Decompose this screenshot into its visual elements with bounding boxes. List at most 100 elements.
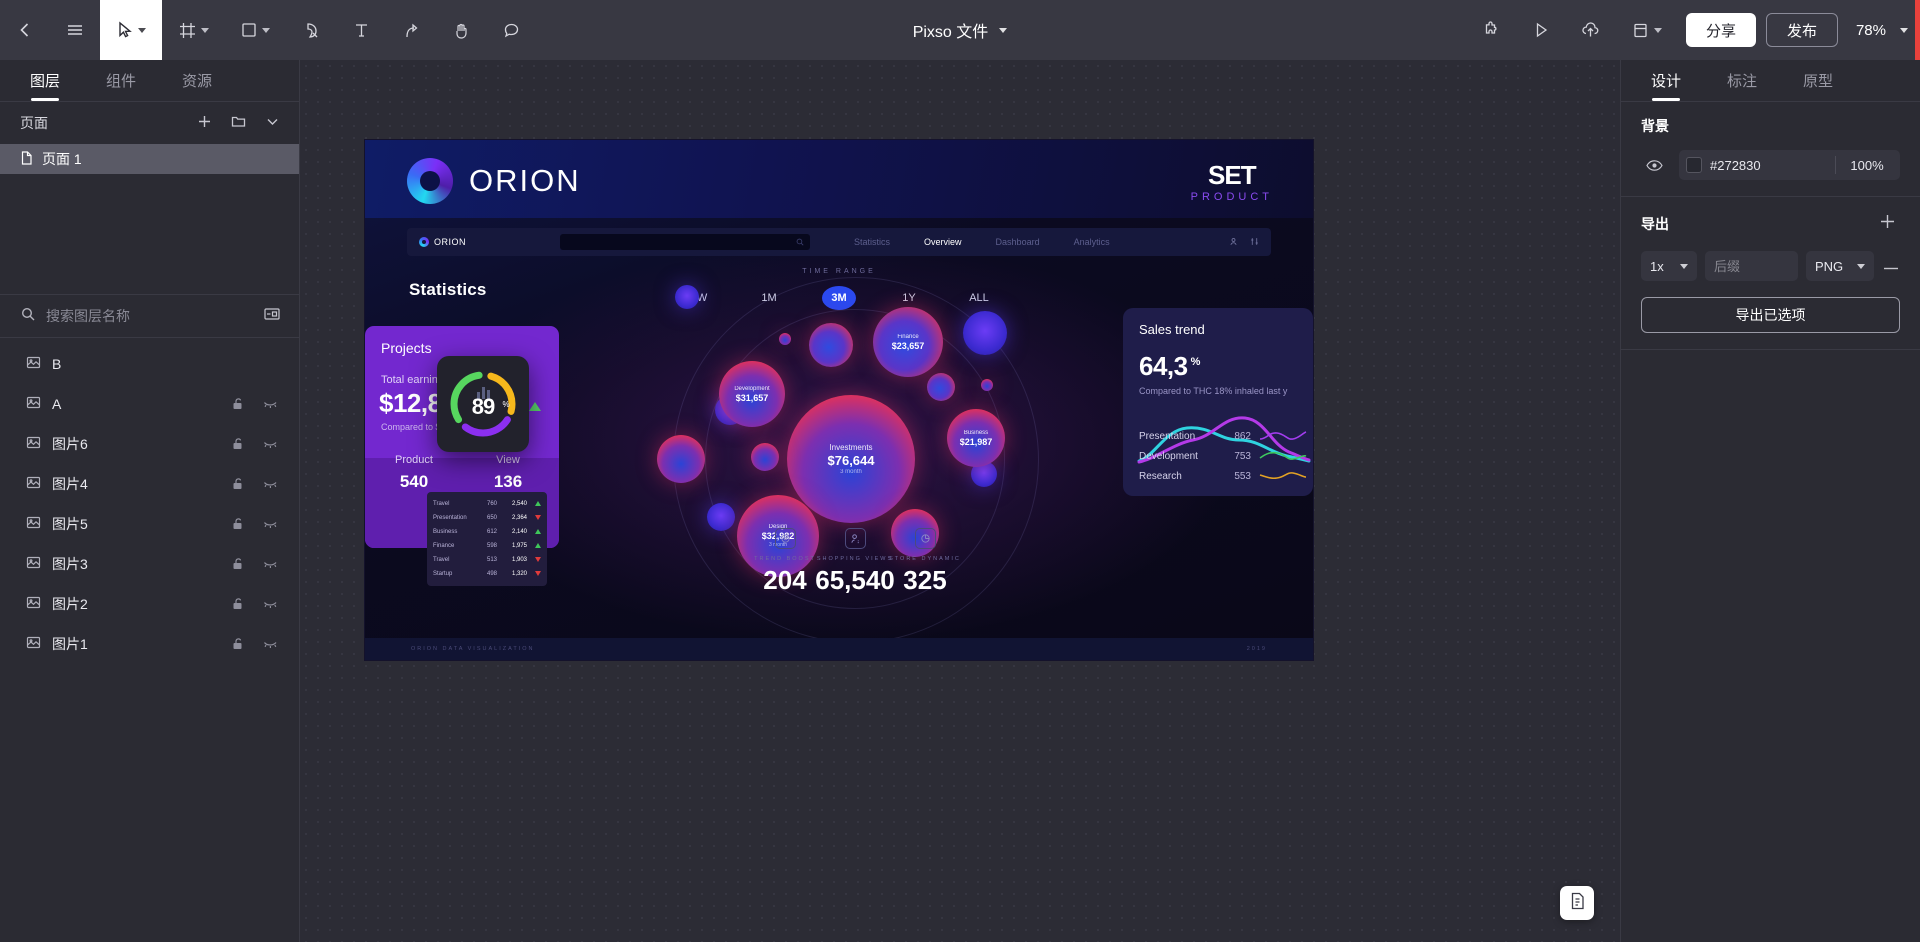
completion-donut-widget[interactable]: 89 %	[437, 356, 529, 452]
shape-tool-caret[interactable]	[262, 27, 270, 33]
bubble-business[interactable]: Business $21,987	[947, 409, 1005, 467]
tab-components[interactable]: 组件	[96, 60, 146, 101]
chevron-down-icon	[265, 114, 280, 132]
export-suffix-field[interactable]	[1705, 251, 1798, 281]
layer-name: 图片3	[52, 556, 88, 572]
navbar-search-input[interactable]	[560, 233, 811, 251]
layer-list: B A 图片6 图片4 图片5 图片3 图片2 图片1	[0, 338, 299, 942]
layout-button[interactable]	[1616, 0, 1678, 60]
pen-tool[interactable]	[286, 0, 336, 60]
layer-row-b[interactable]: B	[0, 344, 299, 384]
hide-layer-icon[interactable]	[259, 399, 281, 410]
document-title-caret[interactable]	[999, 27, 1008, 33]
tab-layers[interactable]: 图层	[20, 60, 70, 101]
color-swatch[interactable]	[1686, 157, 1702, 173]
main-menu-button[interactable]	[50, 0, 100, 60]
move-tool[interactable]	[100, 0, 162, 60]
nav-link-analytics[interactable]: Analytics	[1074, 237, 1110, 247]
layout-caret[interactable]	[1654, 27, 1663, 33]
comment-tool[interactable]	[486, 0, 536, 60]
shape-tool[interactable]	[224, 0, 286, 60]
hide-layer-icon[interactable]	[259, 639, 281, 650]
document-title[interactable]: Pixso 文件	[913, 18, 1008, 42]
unlock-icon[interactable]	[226, 397, 248, 411]
bubble-development[interactable]: Development $31,657	[719, 361, 785, 427]
tab-resources[interactable]: 资源	[172, 60, 222, 101]
export-scale-select[interactable]: 1x	[1641, 251, 1697, 281]
background-hex-value[interactable]: #272830	[1710, 158, 1835, 173]
new-folder-button[interactable]	[225, 110, 251, 136]
unlock-icon[interactable]	[226, 597, 248, 611]
page-item-1[interactable]: 页面 1	[0, 144, 299, 174]
share-button[interactable]: 分享	[1685, 13, 1756, 47]
text-tool[interactable]	[336, 0, 386, 60]
layer-row-image4[interactable]: 图片4	[0, 464, 299, 504]
tab-annotate[interactable]: 标注	[1717, 60, 1767, 101]
hide-layer-icon[interactable]	[259, 519, 281, 530]
unlock-icon[interactable]	[226, 517, 248, 531]
table-row: Presentation 650 2,364	[433, 511, 541, 525]
orion-ring-icon	[407, 158, 453, 204]
eye-icon[interactable]	[1641, 152, 1667, 178]
upload-button[interactable]	[1566, 0, 1616, 60]
search-input[interactable]	[46, 308, 249, 324]
nav-link-statistics[interactable]: Statistics	[854, 237, 890, 247]
hide-layer-icon[interactable]	[259, 439, 281, 450]
unlock-icon[interactable]	[226, 477, 248, 491]
remove-export-button[interactable]	[1882, 257, 1900, 275]
sales-trend-title: Sales trend	[1139, 322, 1205, 337]
nav-link-overview[interactable]: Overview	[924, 237, 962, 247]
export-suffix-input[interactable]	[1714, 258, 1789, 274]
help-button[interactable]	[1560, 886, 1594, 920]
present-button[interactable]	[1516, 0, 1566, 60]
table-cell-a: 598	[486, 543, 497, 549]
unlock-icon[interactable]	[226, 637, 248, 651]
layer-row-image5[interactable]: 图片5	[0, 504, 299, 544]
hide-layer-icon[interactable]	[259, 479, 281, 490]
zoom-caret[interactable]	[1900, 27, 1908, 33]
zoom-control[interactable]: 78%	[1856, 22, 1908, 39]
frame-tool[interactable]	[162, 0, 224, 60]
layer-filter-button[interactable]	[259, 303, 285, 329]
publish-button[interactable]: 发布	[1765, 13, 1838, 47]
sales-trend-card[interactable]: Sales trend 64,3% Compared to THC 18% in…	[1123, 308, 1313, 496]
plugins-button[interactable]	[1466, 0, 1516, 60]
tab-design[interactable]: 设计	[1641, 60, 1691, 101]
frame-tool-caret[interactable]	[200, 27, 209, 33]
tab-annotate-label: 标注	[1727, 73, 1758, 90]
sliders-icon[interactable]	[1250, 233, 1259, 251]
nav-link-dashboard[interactable]: Dashboard	[996, 237, 1040, 247]
add-export-button[interactable]	[1874, 211, 1900, 237]
design-canvas[interactable]: ORION SET PRODUCT ORION Statistics Overv…	[300, 60, 1620, 942]
hand-tool[interactable]	[436, 0, 486, 60]
back-button[interactable]	[0, 0, 50, 60]
hide-layer-icon[interactable]	[259, 599, 281, 610]
layer-filter-icon	[264, 307, 280, 326]
layer-row-image1[interactable]: 图片1	[0, 624, 299, 664]
export-format-select[interactable]: PNG	[1806, 251, 1874, 281]
bubble-accent-1	[675, 285, 699, 309]
search-icon	[796, 233, 804, 251]
artboard-orion-dashboard[interactable]: ORION SET PRODUCT ORION Statistics Overv…	[365, 140, 1313, 660]
add-page-button[interactable]	[191, 110, 217, 136]
layer-row-image2[interactable]: 图片2	[0, 584, 299, 624]
layer-name: 图片5	[52, 516, 88, 532]
tab-prototype[interactable]: 原型	[1793, 60, 1843, 101]
bubble-investments[interactable]: Investments $76,644 3 month	[787, 395, 915, 523]
layer-row-a[interactable]: A	[0, 384, 299, 424]
layer-row-image3[interactable]: 图片3	[0, 544, 299, 584]
hide-layer-icon[interactable]	[259, 559, 281, 570]
unlock-icon[interactable]	[226, 557, 248, 571]
user-icon[interactable]	[1229, 233, 1238, 251]
layer-row-image6[interactable]: 图片6	[0, 424, 299, 464]
export-selected-button[interactable]: 导出已选项	[1641, 297, 1900, 333]
legend-name: Research	[1139, 470, 1182, 482]
move-tool-caret[interactable]	[138, 27, 146, 33]
background-opacity-value[interactable]: 100%	[1836, 158, 1898, 173]
path-tool[interactable]	[386, 0, 436, 60]
background-color-field[interactable]: #272830 100%	[1679, 150, 1900, 180]
collapse-pages-button[interactable]	[259, 110, 285, 136]
bubble-finance[interactable]: Finance $23,657	[873, 307, 943, 377]
unlock-icon[interactable]	[226, 437, 248, 451]
table-cell-a: 760	[486, 501, 497, 507]
